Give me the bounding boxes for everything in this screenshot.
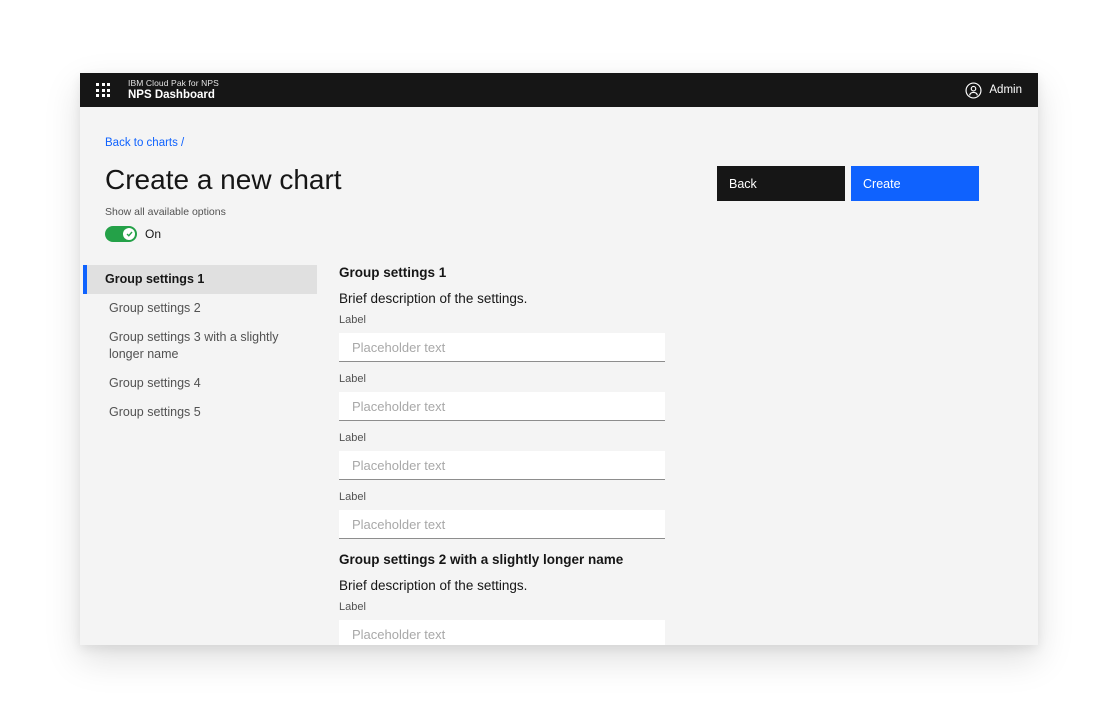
settings-form: Group settings 1 Brief description of th… — [339, 264, 665, 645]
field-label: Label — [339, 374, 665, 385]
sidebar-item-label: Group settings 2 — [109, 301, 201, 315]
breadcrumb-back-to-charts[interactable]: Back to charts / — [105, 137, 184, 149]
show-options-toggle-block: Show all available options On — [105, 206, 226, 242]
text-input[interactable] — [339, 451, 665, 480]
page-content: Back to charts / Create a new chart Back… — [80, 107, 1038, 645]
platform-name: IBM Cloud Pak for NPS — [128, 79, 219, 88]
back-button[interactable]: Back — [717, 166, 845, 201]
field-label: Label — [339, 315, 665, 326]
top-header-bar: IBM Cloud Pak for NPS NPS Dashboard Admi… — [80, 73, 1038, 107]
user-name: Admin — [989, 84, 1022, 96]
sidebar-item-label: Group settings 3 with a slightly longer … — [109, 330, 279, 361]
form-field: Label — [339, 602, 665, 645]
app-switcher-button[interactable] — [92, 79, 114, 101]
field-label: Label — [339, 433, 665, 444]
form-field: Label — [339, 315, 665, 362]
sidebar-item-label: Group settings 1 — [105, 272, 204, 286]
form-field: Label — [339, 374, 665, 421]
toggle-label: Show all available options — [105, 206, 226, 218]
settings-group-nav: Group settings 1 Group settings 2 Group … — [83, 265, 317, 427]
page-title: Create a new chart — [105, 162, 342, 198]
user-avatar-icon — [965, 82, 982, 99]
product-name: NPS Dashboard — [128, 90, 219, 102]
brand-block: IBM Cloud Pak for NPS NPS Dashboard — [128, 79, 219, 102]
page-actions: Back Create — [717, 166, 979, 201]
create-button[interactable]: Create — [851, 166, 979, 201]
text-input[interactable] — [339, 392, 665, 421]
sidebar-item-label: Group settings 5 — [109, 405, 201, 419]
toggle-knob — [123, 228, 135, 240]
user-menu[interactable]: Admin — [965, 82, 1022, 99]
show-options-toggle[interactable] — [105, 226, 137, 242]
app-window: IBM Cloud Pak for NPS NPS Dashboard Admi… — [80, 73, 1038, 645]
sidebar-item-group-settings-4[interactable]: Group settings 4 — [83, 369, 317, 398]
form-field: Label — [339, 433, 665, 480]
sidebar-item-group-settings-2[interactable]: Group settings 2 — [83, 294, 317, 323]
form-section-group-settings-1: Group settings 1 Brief description of th… — [339, 264, 665, 539]
sidebar-item-label: Group settings 4 — [109, 376, 201, 390]
field-label: Label — [339, 492, 665, 503]
section-heading: Group settings 1 — [339, 264, 665, 281]
field-label: Label — [339, 602, 665, 613]
sidebar-item-group-settings-5[interactable]: Group settings 5 — [83, 398, 317, 427]
sidebar-item-group-settings-3[interactable]: Group settings 3 with a slightly longer … — [83, 323, 317, 369]
toggle-state-text: On — [145, 227, 161, 241]
text-input[interactable] — [339, 620, 665, 645]
form-field: Label — [339, 492, 665, 539]
section-heading: Group settings 2 with a slightly longer … — [339, 551, 665, 568]
text-input[interactable] — [339, 333, 665, 362]
text-input[interactable] — [339, 510, 665, 539]
section-description: Brief description of the settings. — [339, 577, 665, 594]
section-description: Brief description of the settings. — [339, 290, 665, 307]
app-switcher-icon — [96, 83, 110, 97]
form-section-group-settings-2: Group settings 2 with a slightly longer … — [339, 551, 665, 645]
check-icon — [126, 231, 133, 237]
sidebar-item-group-settings-1[interactable]: Group settings 1 — [83, 265, 317, 294]
